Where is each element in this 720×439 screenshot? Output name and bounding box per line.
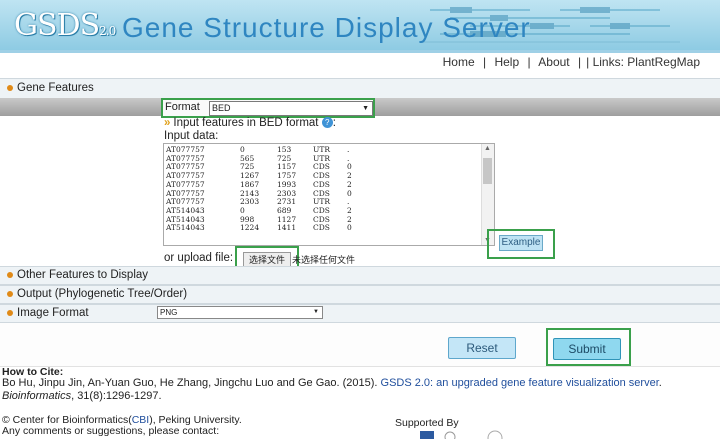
- section-title: Output (Phylogenetic Tree/Order): [17, 288, 188, 300]
- site-banner: GSDS2.0 Gene Structure Display Server: [0, 0, 720, 50]
- top-navigation: Home | Help | About | | Links: PlantRegMa…: [443, 55, 700, 69]
- upload-label: or upload file:: [164, 252, 234, 264]
- nav-separator: |: [577, 55, 582, 69]
- nav-home-link[interactable]: Home: [443, 55, 475, 69]
- citation-period: .: [658, 377, 662, 389]
- nav-help-link[interactable]: Help: [494, 55, 519, 69]
- section-bullet-icon: [7, 309, 13, 316]
- citation-volume: , 31(8):1296-1297.: [71, 390, 162, 402]
- dropdown-arrow-icon: ▼: [362, 105, 369, 112]
- nav-plantregmap-link[interactable]: PlantRegMap: [627, 55, 700, 69]
- bed-data-row: AT514043 1224 1411 CDS 0: [166, 224, 352, 233]
- section-output[interactable]: Output (Phylogenetic Tree/Order): [0, 285, 720, 304]
- citation-journal: Bioinformatics: [2, 390, 72, 402]
- nav-separator: |: [482, 55, 487, 69]
- format-select-value: BED: [212, 103, 231, 113]
- bed-data-cell: 0: [347, 223, 352, 233]
- site-title: Gene Structure Display Server: [122, 12, 531, 43]
- bed-format-heading: » Input features in BED format ?:: [164, 117, 336, 129]
- help-icon[interactable]: ?: [321, 117, 333, 129]
- bed-heading-suffix: :: [332, 117, 336, 129]
- bed-data-cell: 1411: [277, 223, 297, 233]
- submit-highlight: Submit: [546, 328, 631, 366]
- section-title: Image Format: [17, 307, 89, 319]
- banner-stripe: [0, 50, 720, 53]
- format-select[interactable]: BED ▼: [209, 101, 373, 116]
- format-label: Format: [165, 101, 200, 113]
- citation-text: Bo Hu, Jinpu Jin, An-Yuan Guo, He Zhang,…: [2, 377, 714, 403]
- section-image-format[interactable]: Image Format: [0, 304, 720, 323]
- citation-authors: Bo Hu, Jinpu Jin, An-Yuan Guo, He Zhang,…: [2, 377, 381, 389]
- contact-text: Any comments or suggestions, please cont…: [2, 425, 220, 437]
- input-data-label: Input data:: [164, 130, 219, 142]
- section-bullet-icon: [7, 271, 13, 278]
- reset-button[interactable]: Reset: [448, 337, 516, 359]
- no-file-chosen-text: 未选择任何文件: [292, 255, 356, 265]
- example-highlight: Example: [487, 229, 555, 259]
- supported-by-label: Supported By: [395, 417, 459, 429]
- scrollbar-thumb[interactable]: [483, 158, 492, 184]
- format-highlight: Format BED ▼: [161, 98, 375, 118]
- sponsor-logos: [420, 430, 503, 439]
- input-data-textarea[interactable]: AT077757 0 153 UTR. AT077757 565 725 UTR. AT0777…: [163, 143, 495, 246]
- nav-separator: |: [527, 55, 531, 69]
- submit-button[interactable]: Submit: [553, 338, 621, 360]
- example-button[interactable]: Example: [499, 235, 543, 251]
- section-bullet-icon: [7, 290, 13, 297]
- bed-heading-text: Input features in BED format: [173, 117, 319, 129]
- section-other-features[interactable]: Other Features to Display: [0, 266, 720, 285]
- image-format-select[interactable]: PNG ▼: [157, 306, 323, 319]
- section-gene-features[interactable]: Gene Features: [0, 78, 720, 99]
- gsds-logo[interactable]: GSDS2.0: [14, 8, 116, 43]
- citation-paper-link[interactable]: GSDS 2.0: an upgraded gene feature visua…: [381, 377, 659, 389]
- nav-links-label: Links:: [592, 55, 624, 69]
- section-title: Gene Features: [17, 82, 94, 94]
- section-bullet-icon: [7, 84, 13, 91]
- image-format-value: PNG: [160, 308, 178, 317]
- nav-separator: |: [586, 55, 590, 69]
- scroll-up-icon[interactable]: ▲: [484, 145, 491, 152]
- bed-data-cell: CDS: [313, 223, 330, 233]
- input-data-rows: AT077757 0 153 UTR. AT077757 565 725 UTR. AT0777…: [166, 145, 352, 233]
- bed-data-cell: 2303: [240, 197, 260, 207]
- bed-data-cell: AT514043: [166, 223, 205, 233]
- bed-data-cell: 1224: [240, 223, 260, 233]
- dropdown-arrow-icon: ▼: [313, 309, 319, 315]
- nav-about-link[interactable]: About: [538, 55, 569, 69]
- double-arrow-icon: »: [164, 117, 171, 129]
- section-title: Other Features to Display: [17, 269, 149, 281]
